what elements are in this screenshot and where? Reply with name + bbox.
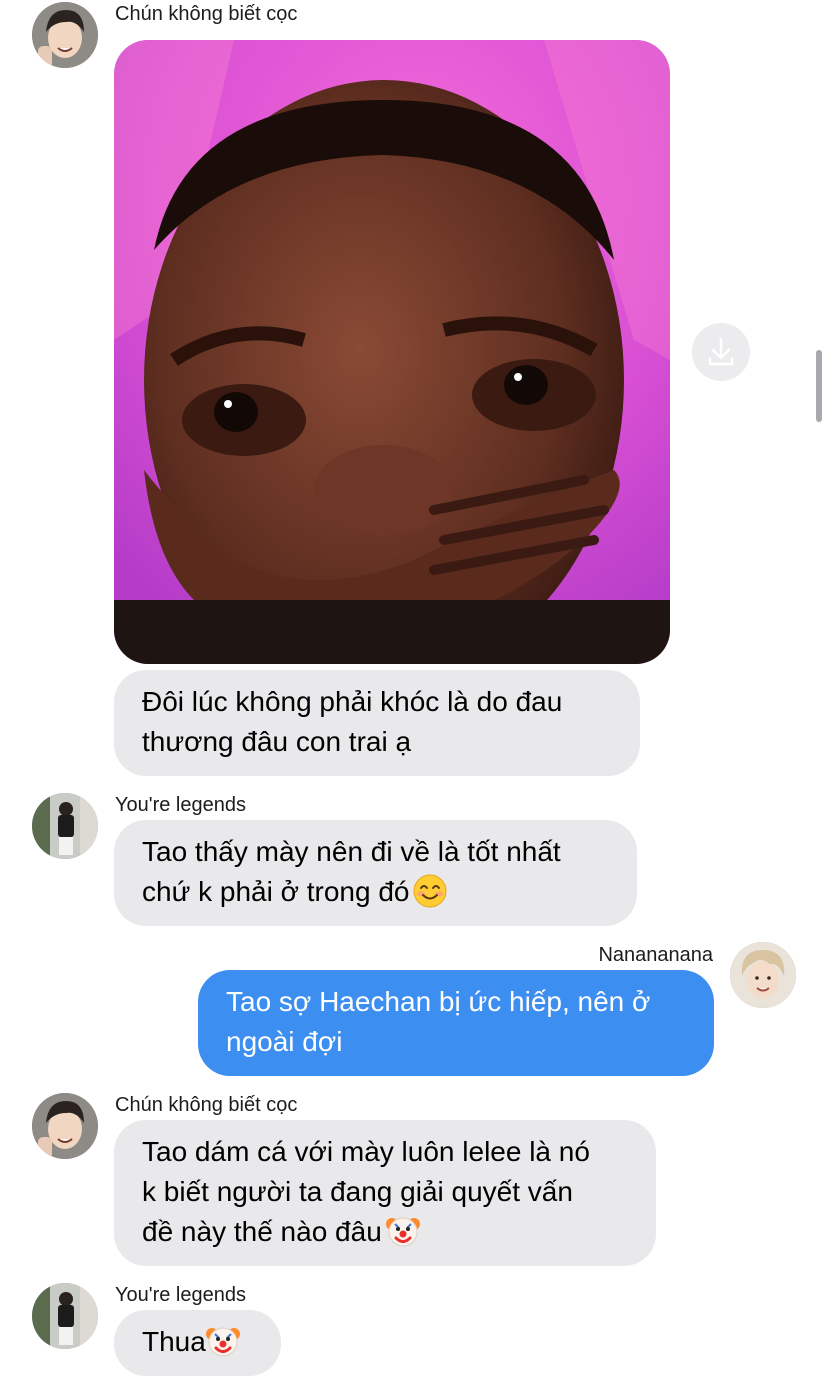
sender-name: You're legends [115,794,246,816]
message-line: Tao sợ Haechan bị ức hiếp, nên ở [226,986,651,1017]
message-line: Tao thấy mày nên đi về là tốt nhất [142,836,561,867]
message-bubble[interactable]: Tao dám cá với mày luôn lelee là nó k bi… [114,1120,656,1266]
avatar-legends[interactable] [32,1283,98,1349]
message-bubble[interactable]: Thua [114,1310,281,1376]
smiling-face-emoji [413,874,447,908]
sender-name: You're legends [115,1284,246,1306]
clown-face-emoji [205,1324,240,1358]
download-icon [708,337,734,366]
avatar-chun[interactable] [32,1093,98,1159]
message-bubble[interactable]: Đôi lúc không phải khóc là do đau thương… [114,670,640,776]
message-line: k biết người ta đang giải quyết vấn [142,1176,573,1207]
message-line: đề này thế nào đâu [142,1212,628,1252]
message-line: chứ k phải ở trong đó [142,872,609,912]
scrollbar[interactable] [816,350,822,422]
message-bubble-outgoing[interactable]: Tao sợ Haechan bị ức hiếp, nên ở ngoài đ… [198,970,714,1076]
message-line: ngoài đợi [226,1026,343,1057]
avatar-chun[interactable] [32,2,98,68]
message-line: Thua [142,1322,259,1362]
meme-photo[interactable] [114,40,670,664]
message-line: Tao dám cá với mày luôn lelee là nó [142,1136,590,1167]
message-bubble[interactable]: Tao thấy mày nên đi về là tốt nhất chứ k… [114,820,637,926]
avatar-nanananana[interactable] [730,942,796,1008]
sender-name: Chún không biết cọc [115,3,298,25]
message-line: thương đâu con trai ạ [142,726,412,757]
download-button[interactable] [692,323,750,381]
avatar-legends[interactable] [32,793,98,859]
message-line: Đôi lúc không phải khóc là do đau [142,686,563,717]
sender-name: Chún không biết cọc [115,1094,298,1116]
sender-name: Nanananana [598,944,713,966]
clown-face-emoji [385,1214,420,1248]
